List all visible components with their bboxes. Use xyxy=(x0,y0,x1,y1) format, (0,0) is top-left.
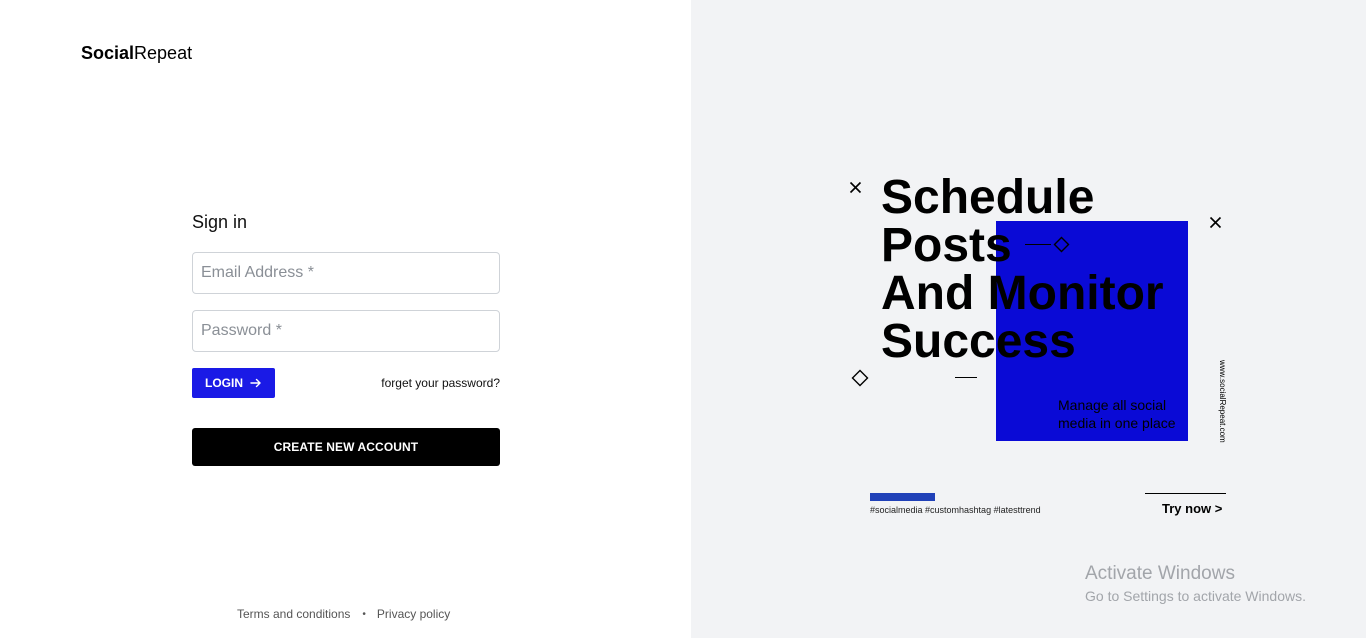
accent-bar xyxy=(870,493,935,501)
hashtags: #socialmedia #customhashtag #latesttrend xyxy=(870,505,1041,515)
arrow-right-icon xyxy=(250,377,262,389)
close-icon xyxy=(1209,216,1222,234)
signin-title: Sign in xyxy=(192,212,248,232)
headline-line: And Monitor xyxy=(881,267,1164,320)
promo-tagline: Manage all social media in one place xyxy=(1058,397,1176,431)
decor-dash xyxy=(955,377,977,378)
brand-name-bold: Social xyxy=(81,43,135,63)
signin-panel: SocialRepeat Sign in LOGIN forget your p… xyxy=(0,0,691,638)
cta-divider xyxy=(1145,493,1226,494)
activate-title: Activate Windows xyxy=(1085,563,1235,584)
privacy-link[interactable]: Privacy policy xyxy=(377,607,450,622)
footer-links: Terms and conditions • Privacy policy xyxy=(237,607,450,622)
diamond-icon xyxy=(851,369,869,392)
headline-line: Schedule xyxy=(881,171,1095,224)
email-field[interactable] xyxy=(192,252,500,294)
promo-panel: Schedule Posts And Monitor Success Manag… xyxy=(691,0,1366,638)
password-field[interactable] xyxy=(192,310,500,352)
activate-subtitle: Go to Settings to activate Windows. xyxy=(1085,588,1306,604)
close-icon xyxy=(849,181,862,199)
diamond-icon xyxy=(1053,236,1070,258)
login-button[interactable]: LOGIN xyxy=(192,368,275,398)
headline-line: Success xyxy=(881,315,1076,368)
try-now-link[interactable]: Try now > xyxy=(1162,501,1222,517)
forgot-password-link[interactable]: forget your password? xyxy=(381,376,500,390)
brand-name-regular: Repeat xyxy=(134,43,193,63)
create-account-button[interactable]: CREATE NEW ACCOUNT xyxy=(192,428,500,466)
activate-windows-watermark: Activate Windows Go to Settings to activ… xyxy=(1085,563,1306,606)
headline-line: Posts xyxy=(881,219,1012,272)
brand-logo[interactable]: SocialRepeat xyxy=(81,42,192,64)
decor-dash xyxy=(1025,244,1051,245)
promo-headline: Schedule Posts And Monitor Success xyxy=(881,174,1211,366)
website-url: www.socialRepeat.com xyxy=(1218,360,1227,443)
terms-link[interactable]: Terms and conditions xyxy=(237,607,350,622)
login-button-label: LOGIN xyxy=(205,376,243,390)
footer-separator: • xyxy=(362,609,366,620)
